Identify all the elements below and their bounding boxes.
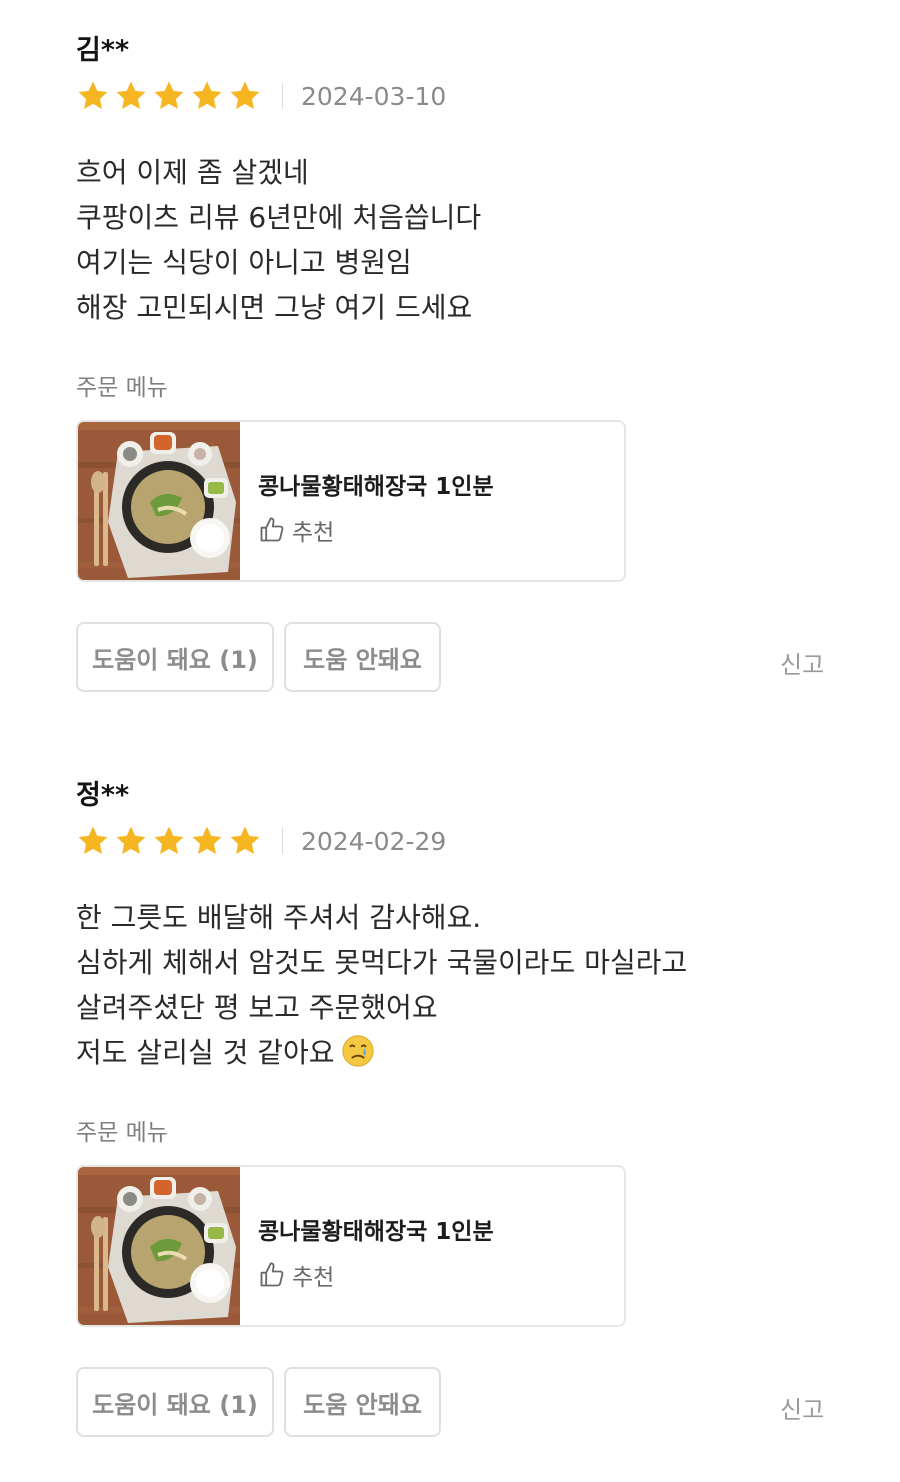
review-body: 한 그릇도 배달해 주셔서 감사해요. 심하게 체해서 암것도 못먹다가 국물이… (76, 895, 687, 1075)
review-body: 흐어 이제 좀 살겠네 쿠팡이츠 리뷰 6년만에 처음씁니다 여기는 식당이 아… (76, 150, 481, 330)
not-helpful-button[interactable]: 도움 안돼요 (284, 1367, 441, 1437)
star-icon (76, 79, 110, 113)
review-body-line: 한 그릇도 배달해 주셔서 감사해요. (76, 901, 482, 934)
star-icon (228, 79, 262, 113)
menu-item-name: 콩나물황태해장국 1인분 (258, 474, 494, 500)
review-body-line: 저도 살리실 것 같아요 (76, 1036, 335, 1069)
review-card: 정** 2024-02-29 한 그릇도 배달해 주셔서 감사해요. 심하게 체… (0, 773, 900, 1453)
rating-row: 2024-03-10 (76, 76, 446, 116)
helpful-button[interactable]: 도움이 돼요 (1) (76, 622, 274, 692)
order-menu-label: 주문 메뉴 (76, 375, 168, 401)
rating-row: 2024-02-29 (76, 821, 446, 861)
star-icon (152, 824, 186, 858)
menu-item-photo (78, 1167, 240, 1327)
thumbs-up-icon (258, 1261, 286, 1289)
review-author: 정** (76, 780, 130, 811)
order-menu-card[interactable]: 콩나물황태해장국 1인분 추천 (76, 1165, 626, 1327)
review-card: 김** 2024-03-10 흐어 이제 좀 살겠네 쿠팡이츠 리뷰 6년만에 … (0, 28, 900, 708)
order-menu-card[interactable]: 콩나물황태해장국 1인분 추천 (76, 420, 626, 582)
star-icon (190, 79, 224, 113)
review-body-line: 흐어 이제 좀 살겠네 (76, 156, 309, 189)
helpful-button[interactable]: 도움이 돼요 (1) (76, 1367, 274, 1437)
review-author: 김** (76, 35, 130, 66)
recommend-tag: 추천 (258, 1258, 334, 1292)
star-icon (114, 79, 148, 113)
not-helpful-button[interactable]: 도움 안돼요 (284, 622, 441, 692)
review-body-line: 살려주셨단 평 보고 주문했어요 (76, 991, 438, 1024)
divider (282, 828, 283, 854)
star-rating (76, 824, 262, 858)
divider (282, 83, 283, 109)
order-menu-label: 주문 메뉴 (76, 1120, 168, 1146)
recommend-label: 추천 (292, 1265, 335, 1291)
menu-item-photo (78, 422, 240, 582)
thumbs-up-icon (258, 516, 286, 544)
review-body-line: 쿠팡이츠 리뷰 6년만에 처음씁니다 (76, 201, 482, 234)
star-icon (114, 824, 148, 858)
review-body-line: 여기는 식당이 아니고 병원임 (76, 246, 412, 279)
menu-item-name: 콩나물황태해장국 1인분 (258, 1219, 494, 1245)
review-body-line: 해장 고민되시면 그냥 여기 드세요 (76, 291, 473, 324)
review-date: 2024-03-10 (301, 81, 447, 111)
recommend-tag: 추천 (258, 513, 334, 547)
recommend-label: 추천 (292, 520, 335, 546)
star-rating (76, 79, 262, 113)
review-date: 2024-02-29 (301, 826, 447, 856)
review-body-line-with-emoji: 저도 살리실 것 같아요 (76, 1030, 687, 1075)
star-icon (152, 79, 186, 113)
star-icon (76, 824, 110, 858)
report-link[interactable]: 신고 (780, 645, 824, 680)
star-icon (228, 824, 262, 858)
star-icon (190, 824, 224, 858)
crying-face-emoji-icon (341, 1034, 375, 1068)
report-link[interactable]: 신고 (780, 1390, 824, 1425)
review-body-line: 심하게 체해서 암것도 못먹다가 국물이라도 마실라고 (76, 946, 688, 979)
